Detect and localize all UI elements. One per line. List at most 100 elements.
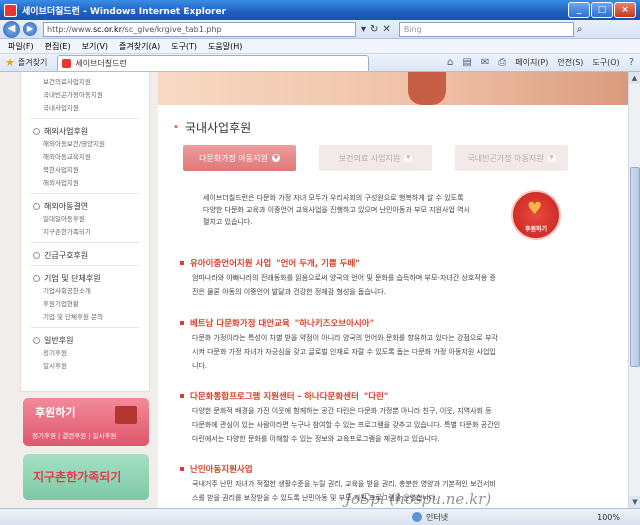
chevron-down-icon: ▼ <box>271 154 280 162</box>
scroll-thumb[interactable] <box>630 167 640 367</box>
favorites-button[interactable]: ★ 즐겨찾기 <box>5 56 47 69</box>
status-bar: 인터넷 100% <box>0 508 640 525</box>
browser-tab[interactable]: 세이브더칠드런 <box>57 54 370 71</box>
section-body: 다양한 문화적 배경을 가진 이웃에 함께하는 공간 다린은 다문화 가정뿐 아… <box>192 407 501 443</box>
tools-menu[interactable]: 도구(O) <box>592 57 619 68</box>
section-title: 난민아동지원사업 <box>180 463 253 475</box>
sidebar-sub-link[interactable]: 북한사업지원 <box>21 164 149 177</box>
section-title: 유아이중언어지원 사업 "언어 두개, 기쁨 두배" <box>180 257 360 269</box>
site-favicon-icon <box>62 58 72 68</box>
close-button[interactable]: × <box>614 2 636 18</box>
search-input[interactable]: Bing <box>398 21 574 37</box>
feeds-icon[interactable]: ▤ <box>462 57 471 68</box>
url-text: http://www.sc.or.kr/sc_give/krgive_tab1.… <box>47 24 222 34</box>
menu-help[interactable]: 도움말(H) <box>208 41 242 52</box>
sidebar-item-overseas-projects[interactable]: 해외사업후원 <box>21 125 149 138</box>
safety-menu[interactable]: 안전(S) <box>557 57 583 68</box>
dropdown-arrow-icon[interactable]: ▾ <box>361 24 366 35</box>
chevron-down-icon: ▼ <box>404 154 413 162</box>
star-icon: ★ <box>5 56 15 69</box>
global-family-banner[interactable]: 지구촌한가족되기 <box>23 454 149 500</box>
home-icon[interactable]: ⌂ <box>447 57 453 68</box>
maximize-button[interactable]: □ <box>591 2 613 18</box>
donate-banner-links[interactable]: 정기후원 | 결연후원 | 일시후원 <box>32 430 116 440</box>
donate-circle-button[interactable]: ♥ 후원하기 <box>511 190 561 240</box>
gift-icon <box>115 406 137 424</box>
sidebar-sub-link[interactable]: 일시후원 <box>21 360 149 373</box>
donate-banner-title: 후원하기 <box>35 406 76 419</box>
zoom-level[interactable]: 100% <box>597 513 620 522</box>
menu-file[interactable]: 파일(F) <box>8 41 34 52</box>
circle-bullet-icon <box>33 337 40 344</box>
page-viewport: 보건의료사업지원 국내빈곤가정아동지원 국내사업지원 해외사업후원 해외아동보건… <box>0 72 628 508</box>
sidebar-sub-link[interactable]: 기업 및 단체후원 문의 <box>21 311 149 324</box>
section-title: 베트남 다문화가정 대안교육 "하나키즈오브아시아" <box>180 317 374 329</box>
tab-title: 세이브더칠드런 <box>75 58 127 68</box>
scroll-down-icon[interactable]: ▼ <box>629 496 640 508</box>
search-icon[interactable]: ⌕ <box>577 24 583 35</box>
globe-icon <box>412 512 422 522</box>
sidebar-sub-link[interactable]: 지구촌한가족되기 <box>21 226 149 239</box>
sidebar-sub-link[interactable]: 후원기업현황 <box>21 298 149 311</box>
menu-view[interactable]: 보기(V) <box>82 41 108 52</box>
menu-edit[interactable]: 편집(E) <box>45 41 71 52</box>
menu-favorites[interactable]: 즐겨찾기(A) <box>119 41 160 52</box>
minimize-button[interactable]: _ <box>568 2 590 18</box>
sidebar-sub-link[interactable]: 보건의료사업지원 <box>21 76 149 89</box>
menu-tools[interactable]: 도구(T) <box>171 41 197 52</box>
ie-app-icon <box>4 3 17 17</box>
scroll-up-icon[interactable]: ▲ <box>629 72 640 84</box>
sidebar-sub-link[interactable]: 정기후원 <box>21 347 149 360</box>
watermark-text: JoSpi (hospu.ne.kr) <box>345 490 492 508</box>
address-bar: ◀ ▶ http://www.sc.or.kr/sc_give/krgive_t… <box>0 20 640 39</box>
title-bullet-icon: • <box>173 122 179 133</box>
left-sidebar: 보건의료사업지원 국내빈곤가정아동지원 국내사업지원 해외사업후원 해외아동보건… <box>20 72 150 392</box>
back-button[interactable]: ◀ <box>3 20 20 38</box>
content-tabs: 다문화가정 아동지원 ▼ 보건의료 사업지원 ▼ 국내빈곤가정 아동지원 ▼ <box>183 145 568 171</box>
heart-icon: ♥ <box>527 199 543 219</box>
page-menu[interactable]: 페이지(P) <box>515 57 548 68</box>
section-title: 다문화통합프로그램 지원센터 - 하나다문화센터 "다린" <box>180 390 388 402</box>
sidebar-item-emergency[interactable]: 긴급구호후원 <box>21 249 149 262</box>
section-body: 다문화 가정이라는 특성이 차별 받을 약점이 아니라 양국의 언어와 문화를 … <box>192 334 498 370</box>
circle-bullet-icon <box>33 252 40 259</box>
refresh-icon[interactable]: ↻ <box>370 24 378 35</box>
sidebar-sub-link[interactable]: 일대일아동후원 <box>21 213 149 226</box>
circle-bullet-icon <box>33 275 40 282</box>
page-title: • 국내사업후원 <box>173 121 252 135</box>
hero-figure <box>408 72 446 105</box>
tab-domestic-poverty[interactable]: 국내빈곤가정 아동지원 ▼ <box>455 145 568 171</box>
sidebar-item-corporate[interactable]: 기업 및 단체후원 <box>21 272 149 285</box>
window-title: 세이브더칠드런 - Windows Internet Explorer <box>22 6 227 17</box>
sidebar-sub-link[interactable]: 국내사업지원 <box>21 102 149 115</box>
vertical-scrollbar[interactable]: ▲ ▼ <box>628 72 640 508</box>
tab-multicultural[interactable]: 다문화가정 아동지원 ▼ <box>183 145 296 171</box>
intro-text: 세이브더칠드런은 다문화 가정 자녀 모두가 우리사회의 구성원으로 행복하게 … <box>203 194 470 226</box>
print-icon[interactable]: ⎙ <box>498 57 506 68</box>
forward-button[interactable]: ▶ <box>23 22 37 36</box>
sidebar-sub-link[interactable]: 기업사회공헌소개 <box>21 285 149 298</box>
hero-image <box>158 72 628 105</box>
sidebar-item-sponsorship[interactable]: 해외아동결연 <box>21 200 149 213</box>
sidebar-item-general[interactable]: 일반후원 <box>21 334 149 347</box>
stop-icon[interactable]: ✕ <box>382 24 390 35</box>
sidebar-sub-link[interactable]: 해외사업지원 <box>21 177 149 190</box>
sidebar-sub-link[interactable]: 해외아동보건/영양지원 <box>21 138 149 151</box>
section-body: 엄마나라와 아빠나라의 전래동화를 읽음으로써 양국의 언어 및 문화를 습득하… <box>192 274 496 296</box>
circle-bullet-icon <box>33 128 40 135</box>
url-input[interactable]: http://www.sc.or.kr/sc_give/krgive_tab1.… <box>43 21 356 37</box>
mail-icon[interactable]: ✉ <box>481 57 489 68</box>
tab-healthcare[interactable]: 보건의료 사업지원 ▼ <box>319 145 432 171</box>
security-zone: 인터넷 <box>412 512 448 523</box>
global-family-text: 지구촌한가족되기 <box>33 470 122 484</box>
help-icon[interactable]: ? <box>629 57 634 68</box>
main-content: • 국내사업후원 다문화가정 아동지원 ▼ 보건의료 사업지원 ▼ 국내빈곤가정 아… <box>158 105 628 508</box>
menu-bar: 파일(F) 편집(E) 보기(V) 즐겨찾기(A) 도구(T) 도움말(H) <box>0 39 640 54</box>
donate-banner[interactable]: 후원하기 정기후원 | 결연후원 | 일시후원 <box>23 398 149 446</box>
circle-bullet-icon <box>33 203 40 210</box>
window-titlebar: 세이브더칠드런 - Windows Internet Explorer _ □ … <box>0 0 640 20</box>
sidebar-sub-link[interactable]: 국내빈곤가정아동지원 <box>21 89 149 102</box>
chevron-down-icon: ▼ <box>547 154 556 162</box>
favorites-bar: ★ 즐겨찾기 세이브더칠드런 ⌂ ▤ ✉ ⎙ 페이지(P) 안전(S) 도구(O… <box>0 54 640 72</box>
sidebar-sub-link[interactable]: 해외아동교육지원 <box>21 151 149 164</box>
